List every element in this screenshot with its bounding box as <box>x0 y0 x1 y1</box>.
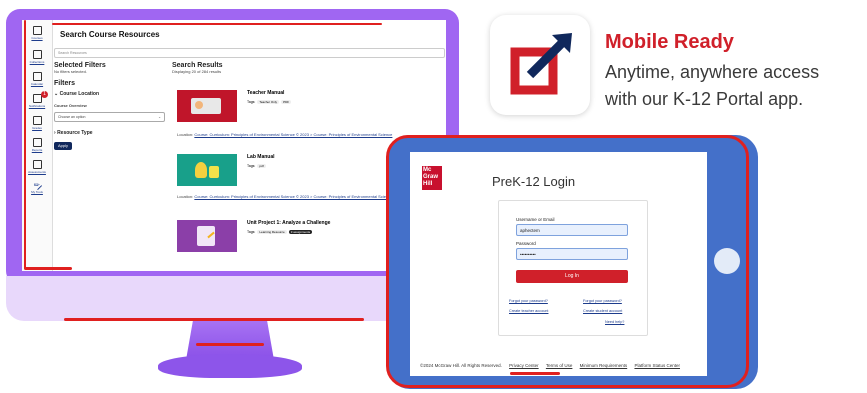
forgot-password-link[interactable]: Forgot your password? <box>583 299 622 303</box>
terms-link[interactable]: Terms of Use <box>546 363 573 368</box>
password-label: Password <box>516 241 536 246</box>
sidebar-item-collections[interactable]: Collections <box>22 50 52 64</box>
filters-panel: Selected Filters No filters selected. Fi… <box>54 62 166 262</box>
sidebar-item-calendar[interactable]: Calendar <box>22 72 52 86</box>
assessments-icon <box>32 160 42 169</box>
sidebar-item-notifications[interactable]: 1 Notifications <box>22 91 52 108</box>
forgot-username-link[interactable]: Forgot your password? <box>509 299 548 303</box>
tools-icon: ✎ <box>32 180 42 191</box>
search-input[interactable]: Search Resources <box>54 48 445 58</box>
location-link[interactable]: Course: Curriculum: Principles of Enviro… <box>194 194 392 199</box>
sidebar-item-tools[interactable]: ✎ My Tools <box>22 180 52 194</box>
stand-accent-line <box>196 343 264 346</box>
no-filters-text: No filters selected. <box>54 69 87 74</box>
tag-badge: PDF <box>281 100 292 104</box>
location-link[interactable]: Course: Curriculum: Principles of Enviro… <box>194 132 392 137</box>
mcgraw-hill-logo: Mc Graw Hill <box>422 166 442 190</box>
course-overview-label: Course Overview <box>54 103 87 108</box>
login-form: Username or Email aphectem Password ••••… <box>498 200 648 336</box>
app-logo-card <box>490 15 590 115</box>
requirements-link[interactable]: Minimum Requirements <box>580 363 628 368</box>
promo-title: Mobile Ready <box>605 31 734 53</box>
result-title[interactable]: Teacher Manual <box>247 90 284 96</box>
screen-accent-line <box>24 20 26 269</box>
login-title: PreK-12 Login <box>492 174 576 189</box>
status-link[interactable]: Platform Status Center <box>634 363 680 368</box>
monitor-screen: Courses Collections Calendar 1 Notificati… <box>22 20 446 271</box>
result-location: Location: Course: Curriculum: Principles… <box>177 194 393 199</box>
login-button[interactable]: Log In <box>516 270 628 283</box>
sidebar-item-grades[interactable]: Grades <box>22 116 52 130</box>
chin-accent-line <box>64 318 364 321</box>
reports-icon <box>32 138 42 147</box>
tag-badge: 3 assignments <box>288 230 313 234</box>
result-location: Location: Course: Curriculum: Principles… <box>177 132 393 137</box>
grades-icon <box>32 116 42 125</box>
tablet-screen: Mc Graw Hill PreK-12 Login Username or E… <box>410 152 707 376</box>
tag-badge: pdf <box>257 164 266 168</box>
screen-accent-line <box>24 267 72 270</box>
result-tags: Tags: Learning Resource 3 assignments <box>247 230 313 234</box>
username-label: Username or Email <box>516 217 555 222</box>
collections-icon <box>32 50 42 59</box>
tablet-home-button <box>714 248 740 274</box>
result-title[interactable]: Lab Manual <box>247 154 275 160</box>
screen-accent-line <box>52 23 382 25</box>
lab-manual-thumbnail <box>177 154 237 186</box>
course-location-toggle[interactable]: ⌄ Course Location <box>54 91 166 97</box>
create-teacher-link[interactable]: Create teacher account <box>509 309 548 313</box>
selected-filters-heading: Selected Filters <box>54 62 106 69</box>
need-help-link[interactable]: Need help? <box>605 320 624 324</box>
page-title: Search Course Resources <box>60 30 160 39</box>
promo-subtitle: Anytime, anywhere access with our K-12 P… <box>605 62 820 109</box>
results-count: Displaying 20 of 284 results <box>172 69 222 74</box>
password-field[interactable]: •••••••••• <box>516 248 628 260</box>
sidebar-item-assessments[interactable]: Assessments <box>22 160 52 174</box>
sidebar-item-courses[interactable]: Courses <box>22 26 52 40</box>
calendar-icon <box>32 72 42 81</box>
apply-button[interactable]: Apply <box>54 142 72 150</box>
tag-badge: Teacher Only <box>257 100 280 104</box>
create-student-link[interactable]: Create student account <box>583 309 622 313</box>
footer-accent-line <box>510 372 560 375</box>
login-footer: ©2024 McGraw Hill. All Rights Reserved. … <box>420 363 680 368</box>
teacher-manual-thumbnail <box>177 90 237 122</box>
chevron-down-icon: ⌄ <box>158 115 161 119</box>
filters-heading: Filters <box>54 80 76 87</box>
results-heading: Search Results <box>172 62 223 69</box>
result-tags: Tags: pdf <box>247 164 266 168</box>
result-card[interactable]: Teacher Manual Tags: Teacher Only PDF Loca… <box>177 88 442 138</box>
monitor-stand-base <box>158 354 302 378</box>
resource-type-toggle[interactable]: › Resource Type <box>54 130 166 136</box>
courses-icon <box>32 26 42 35</box>
result-title[interactable]: Unit Project 1: Analyze a Challenge <box>247 220 330 226</box>
sidebar-item-reports[interactable]: Reports <box>22 138 52 152</box>
notification-badge: 1 <box>41 91 48 98</box>
result-tags: Tags: Teacher Only PDF <box>247 100 292 104</box>
unit-project-thumbnail <box>177 220 237 252</box>
username-field[interactable]: aphectem <box>516 224 628 236</box>
course-select[interactable]: Choose an option ⌄ <box>54 112 165 122</box>
sidebar-nav: Courses Collections Calendar 1 Notificati… <box>22 20 53 271</box>
privacy-link[interactable]: Privacy Center <box>509 363 539 368</box>
mobile-app-logo-icon <box>510 33 572 95</box>
tag-badge: Learning Resource <box>257 230 287 234</box>
